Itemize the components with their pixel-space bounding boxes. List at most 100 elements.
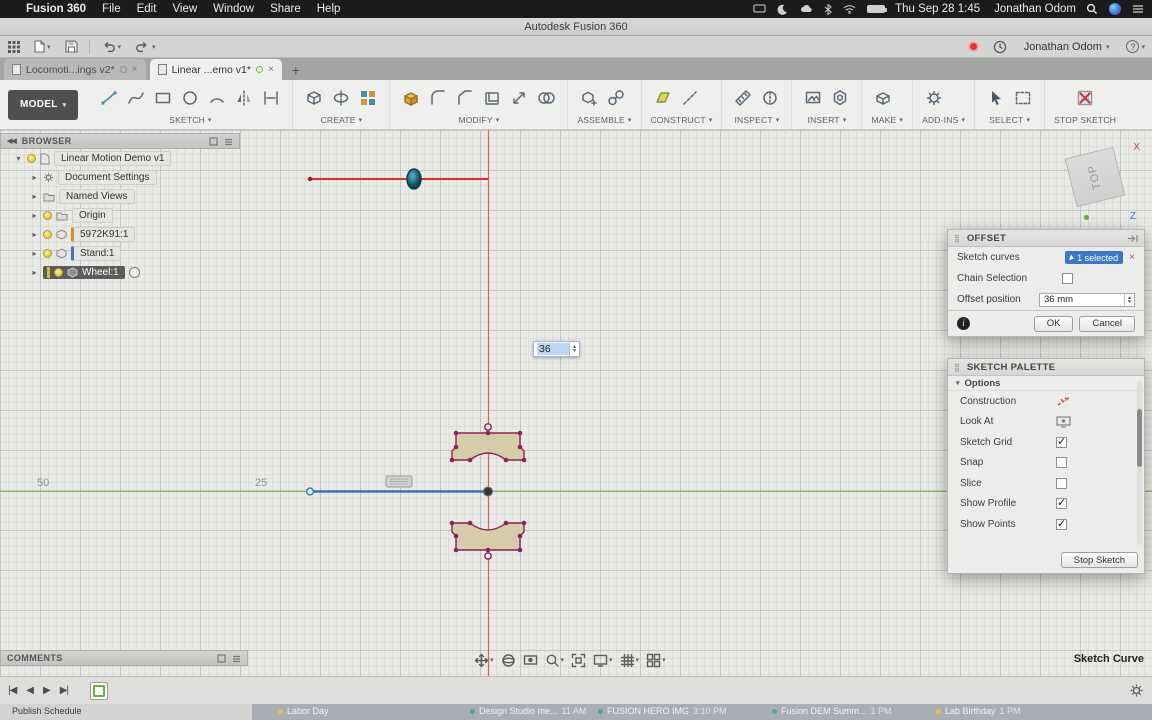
browser-item-label[interactable]: Stand:1 bbox=[71, 246, 122, 261]
orbit-button[interactable] bbox=[501, 653, 516, 668]
bluetooth-icon[interactable] bbox=[824, 3, 832, 15]
select-window-icon[interactable] bbox=[1011, 86, 1035, 110]
browser-item-label[interactable]: Named Views bbox=[59, 189, 135, 204]
modify-chamfer-icon[interactable] bbox=[453, 86, 477, 110]
chevron-right-icon[interactable]: ▸ bbox=[30, 230, 39, 239]
look-at-button[interactable] bbox=[523, 653, 538, 668]
visibility-bulb-icon[interactable] bbox=[54, 268, 63, 277]
workspace-selector[interactable]: MODEL ▾ bbox=[8, 89, 79, 120]
modify-fillet-icon[interactable] bbox=[426, 86, 450, 110]
browser-row-component-stand[interactable]: ▸ Stand:1 bbox=[0, 244, 240, 263]
dock-icon[interactable] bbox=[217, 653, 226, 663]
ribbon-group-label-select[interactable]: SELECT ▾ bbox=[984, 113, 1035, 126]
timeline-step-back-button[interactable]: ◀ bbox=[26, 685, 34, 696]
panel-menu-icon[interactable] bbox=[224, 137, 233, 146]
caret-down-icon[interactable]: ▾ bbox=[609, 656, 613, 664]
scrollbar-thumb[interactable] bbox=[1137, 409, 1142, 467]
menu-window[interactable]: Window bbox=[213, 3, 254, 15]
app-grid-button[interactable] bbox=[0, 36, 27, 58]
construct-axis-icon[interactable] bbox=[678, 86, 702, 110]
active-edit-badge-icon[interactable] bbox=[128, 267, 140, 278]
ribbon-group-label-create[interactable]: CREATE ▾ bbox=[302, 113, 380, 126]
chevron-right-icon[interactable]: ▸ bbox=[30, 211, 39, 220]
grid-settings-button[interactable]: ▾ bbox=[620, 653, 639, 668]
inspect-section-icon[interactable] bbox=[758, 86, 782, 110]
position-spinner[interactable]: ▲ ▼ bbox=[1124, 293, 1134, 306]
menubar-clock[interactable]: Thu Sep 28 1:45 bbox=[895, 3, 980, 15]
visibility-bulb-icon[interactable] bbox=[27, 154, 36, 163]
drag-grip-icon[interactable]: ⣿ bbox=[954, 363, 961, 372]
close-icon[interactable]: × bbox=[268, 64, 274, 75]
info-icon[interactable]: i bbox=[957, 317, 970, 330]
browser-item-label[interactable]: Origin bbox=[72, 208, 113, 223]
document-tab-2[interactable]: Linear ...emo v1* × bbox=[149, 59, 282, 80]
moon-dnd-icon[interactable] bbox=[777, 4, 788, 15]
siri-icon[interactable] bbox=[1109, 3, 1121, 15]
options-section-header[interactable]: ▾ Options bbox=[948, 376, 1144, 391]
menu-app-name[interactable]: Fusion 360 bbox=[26, 3, 86, 15]
sketch-spline-icon[interactable] bbox=[124, 86, 148, 110]
menu-file[interactable]: File bbox=[102, 3, 121, 15]
cancel-button[interactable]: Cancel bbox=[1079, 315, 1135, 332]
browser-item-label[interactable]: Wheel:1 bbox=[82, 267, 119, 278]
ribbon-group-label-inspect[interactable]: INSPECT ▾ bbox=[731, 113, 782, 126]
sketch-rectangle-icon[interactable] bbox=[151, 86, 175, 110]
browser-row-named-views[interactable]: ▸ Named Views bbox=[0, 187, 240, 206]
close-icon[interactable]: × bbox=[132, 64, 138, 75]
ribbon-group-label-insert[interactable]: INSERT ▾ bbox=[801, 113, 852, 126]
fit-button[interactable] bbox=[571, 653, 586, 668]
look-at-icon[interactable] bbox=[1056, 416, 1071, 428]
insert-fastener-icon[interactable] bbox=[828, 86, 852, 110]
timeline-play-button[interactable]: ▶ bbox=[43, 685, 51, 696]
display-settings-button[interactable]: ▾ bbox=[593, 653, 613, 668]
spotlight-search-icon[interactable] bbox=[1086, 3, 1098, 15]
sketch-circle-icon[interactable] bbox=[178, 86, 202, 110]
notification-center-icon[interactable] bbox=[1132, 4, 1144, 14]
browser-item-label[interactable]: 5972K91:1 bbox=[71, 227, 136, 242]
capture-record-button[interactable] bbox=[961, 36, 986, 58]
menu-edit[interactable]: Edit bbox=[137, 3, 157, 15]
pan-button[interactable]: ▾ bbox=[474, 653, 494, 668]
modify-shell-icon[interactable] bbox=[480, 86, 504, 110]
ribbon-group-label-assemble[interactable]: ASSEMBLE ▾ bbox=[577, 113, 631, 126]
browser-row-origin[interactable]: ▸ Origin bbox=[0, 206, 240, 225]
viewcube[interactable]: TOP X Z bbox=[1064, 142, 1140, 222]
ok-button[interactable]: OK bbox=[1033, 315, 1074, 332]
chevron-right-icon[interactable]: ▸ bbox=[30, 268, 39, 277]
chain-selection-checkbox[interactable] bbox=[1062, 273, 1073, 284]
timeline-settings-gear-icon[interactable] bbox=[1129, 683, 1144, 698]
palette-scrollbar[interactable] bbox=[1137, 381, 1142, 545]
assemble-joint-icon[interactable] bbox=[604, 86, 628, 110]
create-revolve-icon[interactable] bbox=[329, 86, 353, 110]
addins-scripts-icon[interactable] bbox=[922, 86, 946, 110]
redo-button[interactable]: ▾ bbox=[128, 36, 163, 58]
offset-position-input[interactable]: 36 mm ▲ ▼ bbox=[1039, 292, 1135, 307]
menu-share[interactable]: Share bbox=[270, 3, 301, 15]
create-extrude-icon[interactable] bbox=[302, 86, 326, 110]
browser-item-label[interactable]: Document Settings bbox=[58, 170, 157, 185]
visibility-bulb-icon[interactable] bbox=[43, 211, 52, 220]
help-menu[interactable]: ? ▾ bbox=[1119, 36, 1152, 58]
save-button[interactable] bbox=[58, 36, 85, 58]
cloud-sync-icon[interactable] bbox=[799, 4, 813, 14]
construction-icon[interactable] bbox=[1056, 395, 1072, 407]
viewcube-face[interactable]: TOP bbox=[1064, 146, 1126, 208]
visibility-bulb-icon[interactable] bbox=[43, 230, 52, 239]
pin-panel-icon[interactable] bbox=[1127, 234, 1138, 243]
ribbon-group-label-construct[interactable]: CONSTRUCT ▾ bbox=[651, 113, 713, 126]
ribbon-group-label-sketch[interactable]: SKETCH ▾ bbox=[97, 113, 283, 126]
sketch-mirror-icon[interactable] bbox=[232, 86, 256, 110]
menubar-user[interactable]: Jonathan Odom bbox=[994, 3, 1076, 15]
clear-selection-icon[interactable]: × bbox=[1129, 252, 1135, 263]
create-pattern-icon[interactable] bbox=[356, 86, 380, 110]
stop-sketch-icon[interactable] bbox=[1073, 86, 1097, 110]
timeline-sketch-feature[interactable] bbox=[90, 681, 108, 700]
sketch-palette-header[interactable]: ⣿ SKETCH PALETTE bbox=[948, 359, 1144, 376]
value-spinner[interactable]: ▲ ▼ bbox=[569, 342, 579, 356]
chevron-down-icon[interactable]: ▾ bbox=[14, 154, 23, 163]
new-tab-button[interactable]: + bbox=[282, 62, 310, 80]
ribbon-group-label-make[interactable]: MAKE ▾ bbox=[871, 113, 903, 126]
battery-icon[interactable] bbox=[867, 5, 888, 13]
assemble-new-component-icon[interactable] bbox=[577, 86, 601, 110]
menu-help[interactable]: Help bbox=[317, 3, 341, 15]
